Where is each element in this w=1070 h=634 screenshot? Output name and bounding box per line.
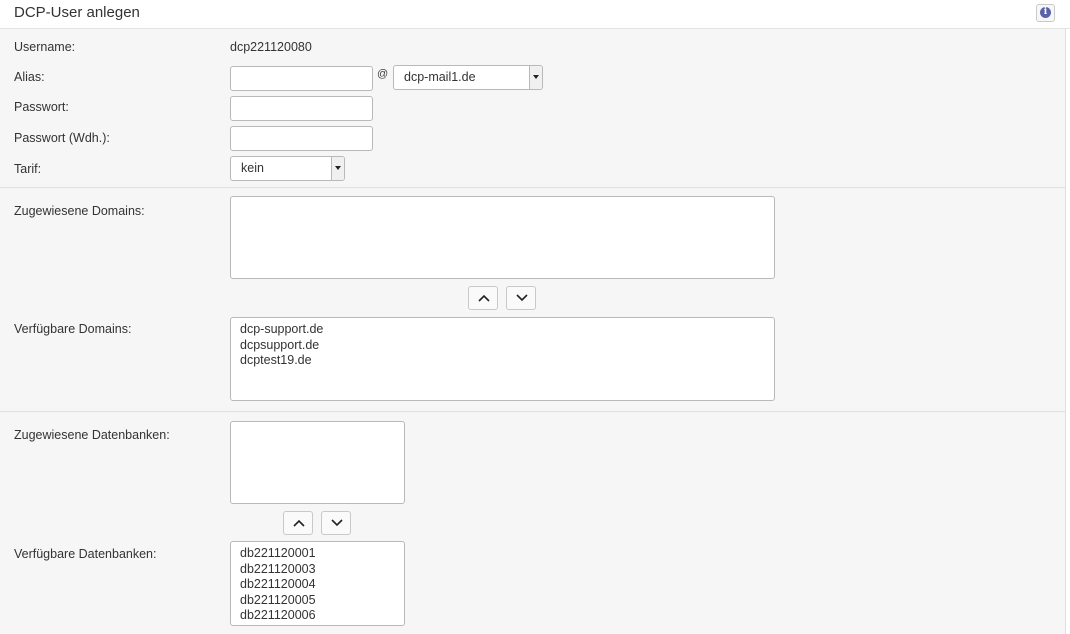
assigned-domains-list[interactable]: [230, 196, 775, 279]
domain-move-down-button[interactable]: [506, 286, 536, 310]
list-item[interactable]: dcp-support.de: [240, 322, 774, 338]
assigned-domains-label: Zugewiesene Domains:: [14, 204, 145, 218]
at-sign: @: [377, 68, 389, 80]
dropdown-arrow-icon: [529, 66, 542, 89]
list-item[interactable]: db221120001: [240, 546, 404, 562]
alias-input[interactable]: [230, 66, 373, 91]
dropdown-arrow-icon: [331, 157, 344, 180]
assigned-databases-label: Zugewiesene Datenbanken:: [14, 428, 170, 442]
page-title: DCP-User anlegen: [14, 4, 140, 21]
section-divider: [0, 411, 1065, 412]
list-item[interactable]: dcpsupport.de: [240, 338, 774, 354]
info-icon: i: [1040, 7, 1051, 18]
list-item[interactable]: db221120006: [240, 608, 404, 624]
available-domains-label: Verfügbare Domains:: [14, 322, 132, 336]
list-item[interactable]: db221120004: [240, 577, 404, 593]
tariff-selected: kein: [241, 161, 264, 175]
password-repeat-label: Passwort (Wdh.):: [14, 131, 110, 145]
form-panel: Username: dcp221120080 Alias: @ dcp-mail…: [0, 29, 1066, 634]
alias-label: Alias:: [14, 70, 45, 84]
info-button[interactable]: i: [1036, 4, 1055, 22]
chevron-down-icon: [516, 294, 528, 302]
username-value: dcp221120080: [230, 40, 312, 54]
chevron-up-icon: [293, 519, 305, 527]
list-item[interactable]: db221120003: [240, 562, 404, 578]
password-repeat-input[interactable]: [230, 126, 373, 151]
chevron-up-icon: [478, 294, 490, 302]
tariff-label: Tarif:: [14, 162, 42, 176]
password-input[interactable]: [230, 96, 373, 121]
chevron-down-icon: [331, 519, 343, 527]
password-label: Passwort:: [14, 100, 69, 114]
available-databases-list[interactable]: db221120001 db221120003 db221120004 db22112…: [230, 541, 405, 626]
available-databases-label: Verfügbare Datenbanken:: [14, 547, 157, 561]
assigned-databases-list[interactable]: [230, 421, 405, 504]
database-move-up-button[interactable]: [283, 511, 313, 535]
domain-move-up-button[interactable]: [468, 286, 498, 310]
section-divider: [0, 187, 1065, 188]
panel-header: DCP-User anlegen i: [0, 0, 1070, 29]
list-item[interactable]: dcptest19.de: [240, 353, 774, 369]
username-label: Username:: [14, 40, 76, 54]
alias-domain-selected: dcp-mail1.de: [404, 70, 476, 84]
list-item[interactable]: db221120007: [240, 624, 404, 625]
available-domains-list[interactable]: dcp-support.de dcpsupport.de dcptest19.de: [230, 317, 775, 401]
database-move-down-button[interactable]: [321, 511, 351, 535]
tariff-select[interactable]: kein: [230, 156, 345, 181]
list-item[interactable]: db221120005: [240, 593, 404, 609]
alias-domain-select[interactable]: dcp-mail1.de: [393, 65, 543, 90]
